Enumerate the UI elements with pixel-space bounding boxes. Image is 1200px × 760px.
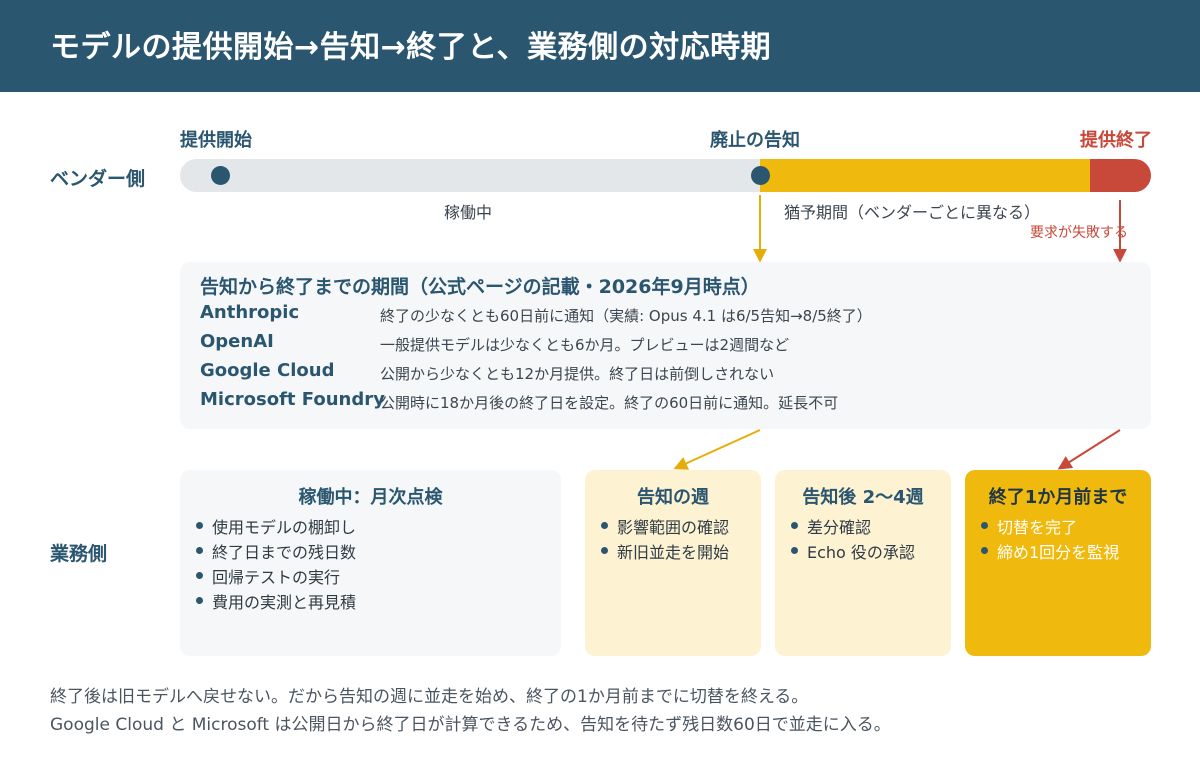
- list-item: Echo 役の承認: [791, 539, 915, 564]
- list-item: 締め1回分を監視: [981, 539, 1119, 564]
- vendor-side-label: ベンダー側: [50, 168, 146, 190]
- card-monthly-check: 稼働中：月次点検 使用モデルの棚卸し 終了日までの残日数 回帰テストの実行 費用…: [180, 470, 561, 656]
- card-list: 使用モデルの棚卸し 終了日までの残日数 回帰テストの実行 費用の実測と再見積: [196, 514, 356, 614]
- business-side-label: 業務側: [50, 543, 108, 565]
- vendor-name: OpenAI: [200, 331, 274, 352]
- card-title: 告知後 2〜4週: [802, 487, 924, 508]
- timeline-track: [180, 159, 1151, 192]
- list-item: 回帰テストの実行: [196, 564, 356, 589]
- list-item: 費用の実測と再見積: [196, 589, 356, 614]
- notice-period-title: 告知から終了までの期間（公式ページの記載・2026年9月時点）: [200, 276, 760, 298]
- running-label: 稼働中: [444, 203, 493, 222]
- card-one-month-before-end: 終了1か月前まで 切替を完了 締め1回分を監視: [965, 470, 1151, 656]
- card-after-notice: 告知後 2〜4週 差分確認 Echo 役の承認: [775, 470, 951, 656]
- start-dot: [211, 166, 230, 185]
- footer-note: Google Cloud と Microsoft は公開日から終了日が計算できる…: [50, 715, 891, 735]
- card-list: 影響範囲の確認 新旧並走を開始: [601, 514, 729, 564]
- card-notice-week: 告知の週 影響範囲の確認 新旧並走を開始: [585, 470, 761, 656]
- milestone-start-label: 提供開始: [180, 130, 252, 151]
- card-title: 稼働中：月次点検: [298, 487, 443, 508]
- notice-dot: [751, 166, 770, 185]
- notice-to-card-arrow: [673, 429, 761, 470]
- list-item: 使用モデルの棚卸し: [196, 514, 356, 539]
- list-item: 切替を完了: [981, 514, 1119, 539]
- vendor-desc: 公開から少なくとも12か月提供。終了日は前倒しされない: [380, 365, 775, 383]
- card-title: 終了1か月前まで: [988, 487, 1128, 508]
- vendor-name: Anthropic: [200, 302, 300, 323]
- list-item: 終了日までの残日数: [196, 539, 356, 564]
- list-item: 差分確認: [791, 514, 915, 539]
- notice-period-box: 告知から終了までの期間（公式ページの記載・2026年9月時点） Anthropi…: [180, 262, 1151, 429]
- milestone-end-label: 提供終了: [1080, 130, 1152, 151]
- vendor-desc: 公開時に18か月後の終了日を設定。終了の60日前に通知。延長不可: [380, 394, 839, 412]
- milestone-notice-label: 廃止の告知: [710, 130, 800, 151]
- vendor-name: Microsoft Foundry: [200, 389, 385, 410]
- end-to-card-arrow: [1057, 429, 1121, 470]
- footer-note: 終了後は旧モデルへ戻せない。だから告知の週に並走を始め、終了の1か月前までに切替…: [50, 687, 809, 707]
- end-of-service-segment: [1090, 159, 1151, 192]
- card-list: 差分確認 Echo 役の承認: [791, 514, 915, 564]
- request-fails-label: 要求が失敗する: [1030, 225, 1128, 241]
- vendor-name: Google Cloud: [200, 360, 335, 381]
- card-list: 切替を完了 締め1回分を監視: [981, 514, 1119, 564]
- card-title: 告知の週: [637, 487, 709, 508]
- list-item: 影響範囲の確認: [601, 514, 729, 539]
- vendor-desc: 終了の少なくとも60日前に通知（実績: Opus 4.1 は6/5告知→8/5終…: [380, 307, 872, 325]
- header-bar: モデルの提供開始→告知→終了と、業務側の対応時期: [0, 0, 1200, 92]
- vendor-desc: 一般提供モデルは少なくとも6か月。プレビューは2週間など: [380, 336, 790, 354]
- grace-period-segment: [760, 159, 1090, 192]
- list-item: 新旧並走を開始: [601, 539, 729, 564]
- grace-period-label: 猶予期間（ベンダーごとに異なる）: [784, 203, 1041, 222]
- page-title: モデルの提供開始→告知→終了と、業務側の対応時期: [50, 30, 772, 65]
